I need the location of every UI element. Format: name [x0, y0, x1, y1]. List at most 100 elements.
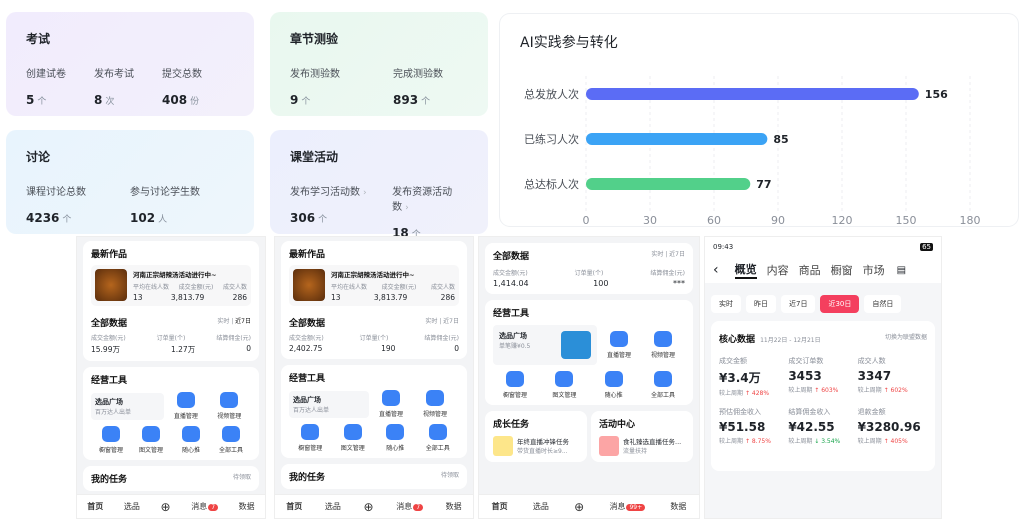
- tool-all[interactable]: 全部工具: [417, 424, 460, 452]
- add-icon[interactable]: ⊕: [364, 500, 374, 514]
- tab-message[interactable]: 消息 99+: [609, 501, 646, 512]
- product-thumbnail[interactable]: [95, 269, 127, 301]
- tool-all[interactable]: 全部工具: [211, 426, 251, 454]
- video-icon: [220, 392, 239, 408]
- range-7d[interactable]: 近7日: [781, 295, 816, 313]
- tab-overview[interactable]: 概览: [734, 261, 757, 279]
- tools-title: 经营工具: [493, 309, 530, 319]
- plaza-label: 选品广场: [499, 332, 527, 340]
- metric-cell[interactable]: 成交人数 3347 较上周期 ↑ 602%: [858, 356, 927, 397]
- tool-label: 视频管理: [422, 411, 447, 418]
- metric-cell[interactable]: 预估佣金收入 ¥51.58 较上周期 ↑ 8.75%: [719, 407, 788, 445]
- tab-message[interactable]: 消息 7: [191, 501, 219, 512]
- tool-all[interactable]: 全部工具: [641, 371, 685, 399]
- metric-label: 预估佣金收入: [719, 408, 761, 416]
- plaza-entry[interactable]: 选品广场 百万达人出单: [289, 390, 369, 418]
- range-realtime[interactable]: 实时: [711, 295, 741, 313]
- tool-promote[interactable]: 随心推: [171, 426, 211, 454]
- product-title[interactable]: 河南正宗胡辣汤活动进行中~: [133, 269, 247, 279]
- plaza-entry[interactable]: 选品广场 百万达人出单: [91, 392, 165, 420]
- latest-works-title: 最新作品: [289, 250, 326, 260]
- tool-label: 橱窗管理: [298, 445, 323, 452]
- tool-live[interactable]: 直播管理: [369, 390, 413, 418]
- range-tabs: 实时 昨日 近7日 近30日 自然日: [705, 283, 941, 317]
- window-icon: [102, 426, 120, 442]
- tab-home[interactable]: 首页: [286, 501, 302, 512]
- realtime-tab[interactable]: 实时: [651, 251, 663, 258]
- task-more-link[interactable]: 待领取: [441, 470, 459, 483]
- switch-alliance-button[interactable]: 切换为联盟数据: [885, 332, 927, 341]
- tool-graphic[interactable]: 图文管理: [542, 371, 586, 399]
- tab-message[interactable]: 消息 7: [396, 501, 424, 512]
- activity-card[interactable]: 活动中心 食礼臻选直播任务... 流量扶持: [591, 411, 693, 462]
- tab-data[interactable]: 数据: [446, 501, 462, 512]
- bar-value-label: 85: [773, 133, 788, 146]
- growth-task-card[interactable]: 成长任务 年终直播冲锋任务 带货直播时长≥9...: [485, 411, 587, 462]
- exam-value-2: 408: [162, 93, 188, 107]
- product-title[interactable]: 河南正宗胡辣汤活动进行中~: [331, 269, 455, 279]
- plaza-entry[interactable]: 选品广场 单笔赚¥0.5: [493, 325, 597, 365]
- tool-window[interactable]: 橱窗管理: [91, 426, 131, 454]
- metric-cell[interactable]: 退款金额 ¥3280.96 较上周期 ↑ 405%: [858, 407, 927, 445]
- realtime-tab[interactable]: 实时: [217, 318, 229, 325]
- window-icon: [506, 371, 524, 387]
- tab-home[interactable]: 首页: [87, 501, 103, 512]
- tab-content[interactable]: 内容: [767, 262, 789, 278]
- product-thumbnail[interactable]: [293, 269, 325, 301]
- activity-title: 活动中心: [599, 420, 636, 430]
- promote-icon: [604, 371, 623, 387]
- video-icon: [426, 390, 444, 406]
- 7days-tab[interactable]: 近7日: [235, 318, 251, 325]
- tool-video[interactable]: 视频管理: [208, 392, 251, 420]
- tab-window[interactable]: 橱窗: [831, 262, 853, 278]
- message-badge: 7: [208, 504, 219, 511]
- quiz-title: 章节测验: [290, 32, 339, 46]
- back-icon[interactable]: ‹: [713, 262, 719, 278]
- live-icon: [382, 390, 400, 406]
- tab-data[interactable]: 数据: [670, 501, 686, 512]
- metric-cell[interactable]: 成交金额 ¥3.4万 较上周期 ↑ 428%: [719, 356, 788, 397]
- tool-window[interactable]: 橱窗管理: [493, 371, 537, 399]
- exam-card[interactable]: 考试 创建试卷 5 个 发布考试 8 次 提交总数 408 份: [6, 12, 254, 116]
- tool-video[interactable]: 视频管理: [641, 331, 685, 359]
- category-label: 已练习人次: [524, 132, 579, 146]
- metric-cell[interactable]: 结算佣金收入 ¥42.55 较上周期 ↓ 3.54%: [788, 407, 857, 445]
- compare-label: 较上周期: [857, 438, 882, 445]
- tab-data[interactable]: 数据: [239, 501, 255, 512]
- tool-graphic[interactable]: 图文管理: [131, 426, 171, 454]
- realtime-tab[interactable]: 实时: [425, 318, 437, 325]
- classact-unit-0: 个: [318, 215, 328, 225]
- ai-practice-chart-card: AI实践参与转化 0 30 60 90 120 150 180 总发放人次 156 已练习人次 85…: [500, 14, 1018, 226]
- add-icon[interactable]: ⊕: [161, 500, 171, 514]
- x-tick-label: 150: [896, 214, 917, 226]
- tool-video[interactable]: 视频管理: [413, 390, 457, 418]
- tool-live[interactable]: 直播管理: [597, 331, 641, 359]
- metric-value: ¥3280.96: [857, 420, 921, 434]
- metric-value: 3347: [857, 369, 892, 383]
- range-yesterday[interactable]: 昨日: [746, 295, 776, 313]
- classact-card[interactable]: 课堂活动 发布学习活动数 › 306 个 发布资源活动数 › 18 个: [270, 130, 488, 240]
- quiz-card[interactable]: 章节测验 发布测验数 9 个 完成测验数 893 个: [270, 12, 488, 116]
- add-icon[interactable]: ⊕: [574, 500, 584, 514]
- tool-graphic[interactable]: 图文管理: [332, 424, 375, 452]
- tab-select[interactable]: 选品: [533, 501, 549, 512]
- range-30d[interactable]: 近30日: [820, 295, 860, 313]
- range-natural[interactable]: 自然日: [864, 295, 902, 313]
- metric-value: 15.99万: [91, 345, 120, 354]
- clipboard-icon[interactable]: ▤: [897, 265, 906, 276]
- tab-market[interactable]: 市场: [863, 262, 885, 278]
- tab-select[interactable]: 选品: [325, 501, 341, 512]
- tool-promote[interactable]: 随心推: [374, 424, 417, 452]
- metric-value: 100: [593, 279, 609, 288]
- tool-window[interactable]: 橱窗管理: [289, 424, 332, 452]
- 7days-tab[interactable]: 近7日: [443, 318, 459, 325]
- tab-home[interactable]: 首页: [492, 501, 508, 512]
- tool-promote[interactable]: 随心推: [592, 371, 636, 399]
- metric-cell[interactable]: 成交订单数 3453 较上周期 ↑ 603%: [788, 356, 857, 397]
- 7days-tab[interactable]: 近7日: [669, 251, 685, 258]
- tab-select[interactable]: 选品: [124, 501, 140, 512]
- tab-goods[interactable]: 商品: [799, 262, 821, 278]
- task-more-link[interactable]: 待领取: [233, 472, 251, 485]
- discuss-card[interactable]: 讨论 课程讨论总数 4236 个 参与讨论学生数 102 人: [6, 130, 254, 234]
- tool-live[interactable]: 直播管理: [164, 392, 207, 420]
